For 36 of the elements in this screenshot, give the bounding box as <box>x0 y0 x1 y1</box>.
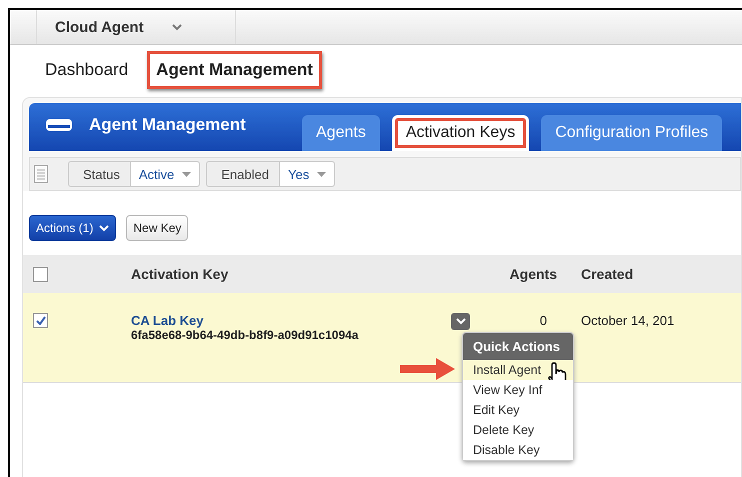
key-name-link[interactable]: CA Lab Key <box>131 313 431 328</box>
column-header: Created <box>581 266 634 282</box>
created-date: October 14, 201 <box>581 313 676 330</box>
new-key-button[interactable]: New Key <box>126 215 188 241</box>
filter-label: Enabled <box>220 166 270 182</box>
panel-tab[interactable]: Configuration Profiles <box>541 115 722 151</box>
chevron-down-icon <box>456 318 466 325</box>
row-checkbox[interactable] <box>33 313 48 328</box>
device-icon <box>45 118 73 132</box>
menu-item[interactable]: Edit Key <box>463 400 573 420</box>
actions-button[interactable]: Actions (1) <box>29 215 116 241</box>
filter-dropdown[interactable]: Active <box>130 162 200 186</box>
pointer-arrow-icon <box>400 357 456 381</box>
app-name: Cloud Agent <box>55 18 144 36</box>
select-all-checkbox[interactable] <box>33 266 48 282</box>
agents-count: 0 <box>540 313 548 328</box>
panel-tab[interactable]: Agents <box>302 115 380 151</box>
menu-item[interactable]: Disable Key <box>463 440 573 460</box>
chevron-down-icon <box>172 24 182 30</box>
menu-item[interactable]: View Key Inf <box>463 380 573 400</box>
panel-tab[interactable]: Activation Keys <box>392 115 530 151</box>
list-icon <box>34 165 48 183</box>
chevron-down-icon <box>99 224 110 232</box>
filter-dropdown[interactable]: Yes <box>278 162 334 186</box>
column-header: Activation Key <box>131 266 230 282</box>
menu-item[interactable]: Delete Key <box>463 420 573 440</box>
quick-actions-button[interactable] <box>451 313 470 330</box>
dropdown-triangle-icon <box>317 172 326 176</box>
menu-title: Quick Actions <box>463 333 573 360</box>
filter-label: Status <box>82 166 121 182</box>
key-id: 6fa58e68-9b64-49db-b8f9-a09d91c1094a <box>131 328 360 342</box>
panel-title: Agent Management <box>89 115 246 135</box>
nav-tab[interactable]: Agent Management <box>147 50 322 88</box>
dropdown-triangle-icon <box>182 172 192 176</box>
nav-tab[interactable]: Dashboard <box>36 50 138 88</box>
column-header: Agents <box>508 266 558 282</box>
